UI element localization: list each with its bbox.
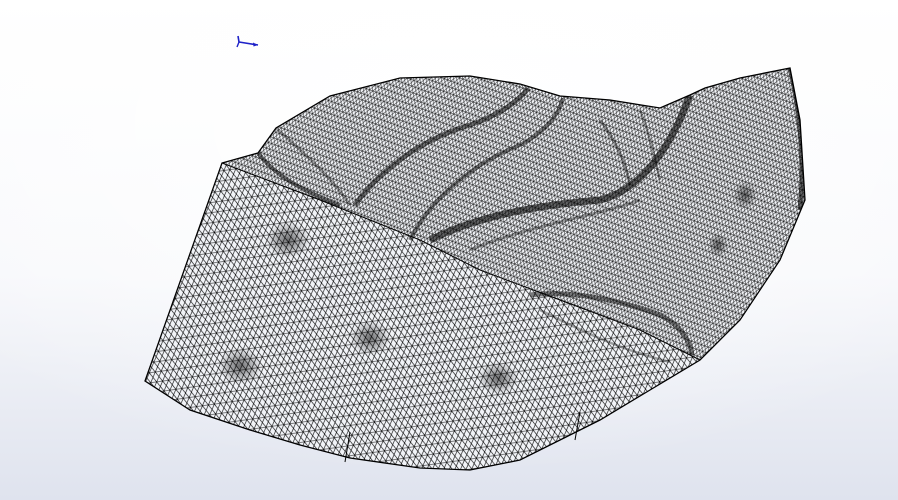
boss-6 (708, 233, 728, 257)
boss-2 (350, 321, 390, 355)
boss-1 (266, 222, 310, 258)
boss-4 (478, 362, 518, 394)
boss-5 (733, 181, 757, 209)
graphics-viewport[interactable] (0, 0, 898, 500)
wireframe-model[interactable] (0, 0, 898, 500)
boss-3 (218, 348, 262, 384)
